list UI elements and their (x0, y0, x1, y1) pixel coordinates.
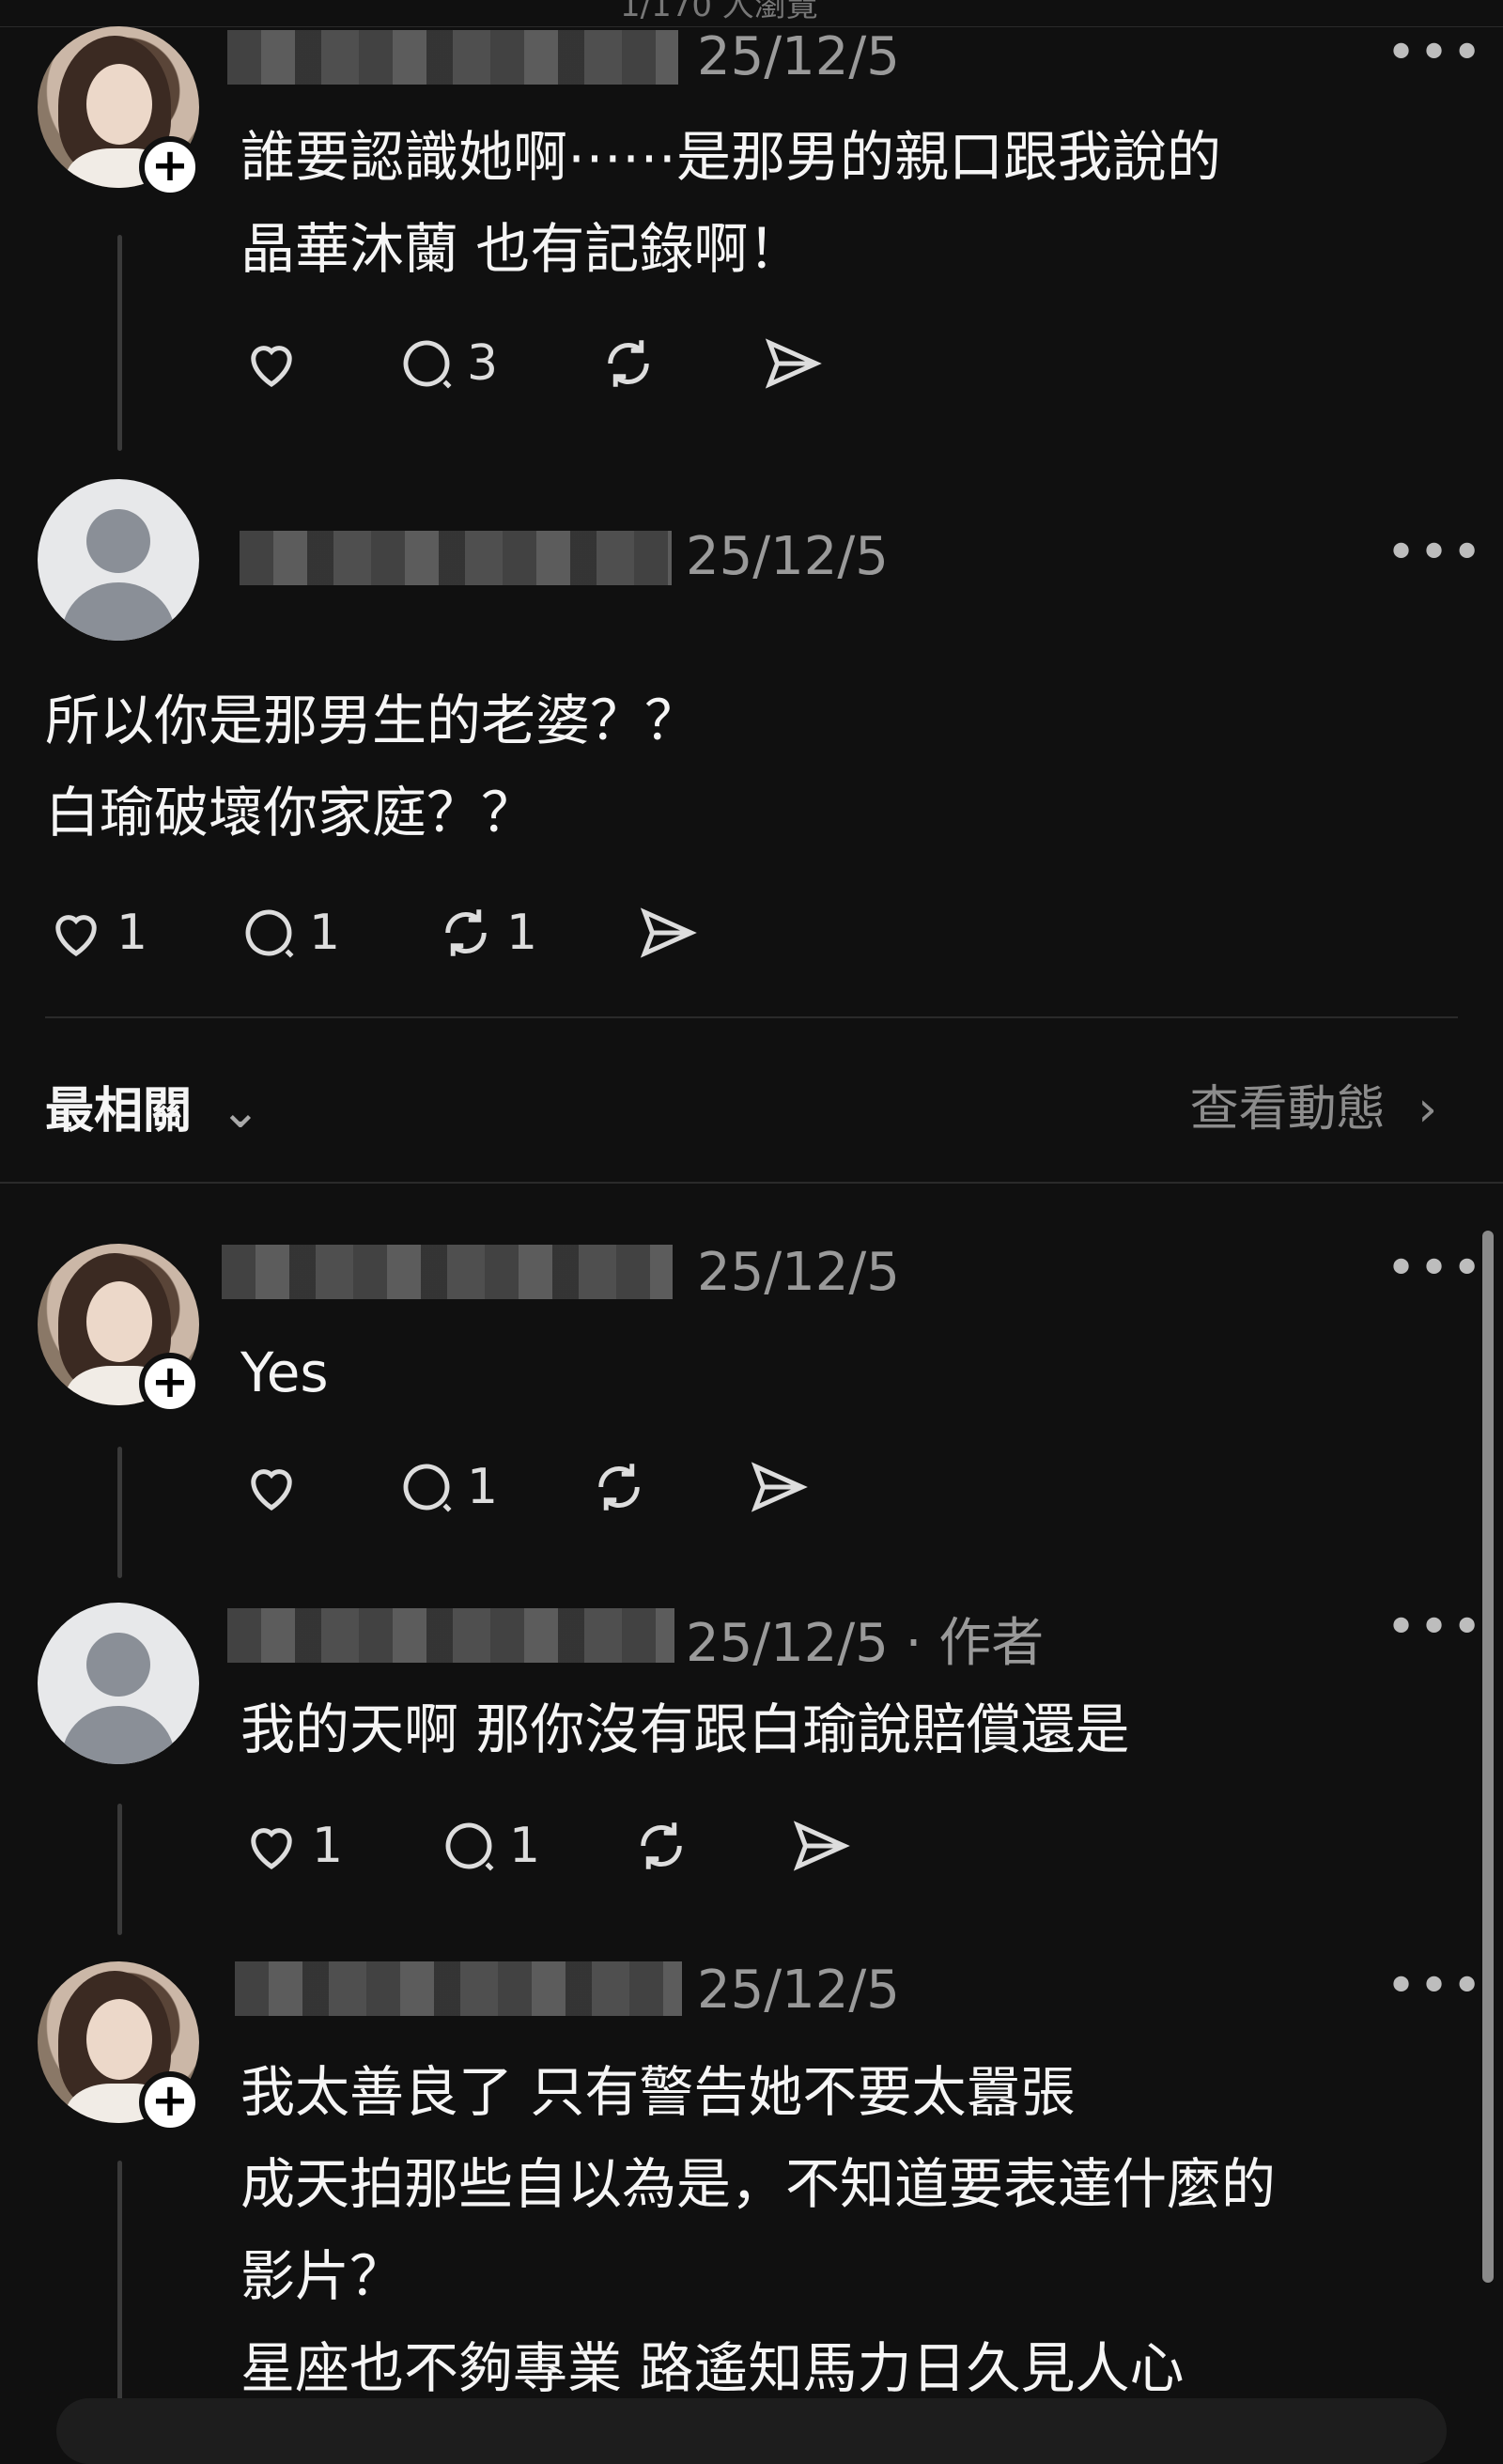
heart-icon (251, 1828, 292, 1869)
repost-icon (445, 909, 487, 956)
redacted-username (240, 531, 672, 585)
thread-line (117, 1804, 122, 1935)
action-bar: 1 (240, 1454, 898, 1520)
thread-line (117, 1447, 122, 1578)
thread-line (117, 2161, 122, 2426)
more-options-icon[interactable]: ••• (1386, 1956, 1484, 2017)
post-text: 我的天啊 那你沒有跟白瑜說賠償還是 (240, 1697, 1130, 1761)
repost-button[interactable]: 1 (435, 900, 537, 966)
scrollbar[interactable] (1482, 1231, 1494, 2283)
repost-button[interactable] (597, 331, 669, 396)
comment-icon (403, 1464, 452, 1512)
send-icon (793, 1821, 850, 1871)
post-date: 25/12/5 (697, 1242, 900, 1303)
repost-icon (598, 1464, 640, 1511)
repost-button[interactable] (588, 1454, 659, 1520)
chevron-down-icon: ⌄ (220, 1083, 261, 1139)
sort-label: 最相關 (45, 1083, 193, 1139)
reply-button[interactable]: 3 (395, 331, 498, 396)
heart-icon (251, 346, 292, 387)
reply-count: 1 (467, 1459, 499, 1515)
post-date: 25/12/5 (686, 526, 889, 587)
post-text: 我太善良了 只有警告她不要太囂張 成天拍那些自以為是，不知道要表達什麼的 影片？… (240, 2060, 1277, 2400)
post-date: 25/12/5 (697, 26, 900, 87)
view-count-text: 1/170 人瀏覽 (620, 0, 818, 24)
post-date: 25/12/5 (697, 1960, 900, 2021)
post-text: 誰要認識她啊⋯⋯是那男的親口跟我說的 晶華沐蘭 也有記錄啊！ (240, 125, 1222, 281)
reply-button[interactable]: 1 (238, 900, 340, 966)
thread-line (117, 235, 122, 451)
view-count-bar: 1/170 人瀏覽 (0, 0, 1503, 27)
compose-reply-bar[interactable] (56, 2398, 1447, 2464)
repost-button[interactable] (630, 1813, 702, 1879)
share-button[interactable] (762, 331, 824, 396)
divider (0, 1182, 1503, 1184)
like-count: 1 (116, 905, 148, 961)
like-button[interactable] (240, 1454, 312, 1520)
redacted-username (222, 1245, 673, 1299)
post-text: 所以你是那男生的老婆？？ 白瑜破壞你家庭？？ (45, 689, 700, 845)
more-options-icon[interactable]: ••• (1386, 1597, 1484, 1658)
action-bar: 3 (240, 331, 898, 396)
post-text: Yes (240, 1340, 329, 1404)
like-button[interactable] (240, 331, 312, 396)
post-date: 25/12/5 · 作者 (686, 1613, 1045, 1674)
follow-plus-button[interactable]: + (139, 2071, 201, 2133)
heart-icon (55, 915, 97, 956)
reply-button[interactable]: 1 (395, 1454, 498, 1520)
reply-button[interactable]: 1 (438, 1813, 540, 1879)
reply-count: 1 (509, 1818, 541, 1874)
redacted-username (227, 1608, 674, 1663)
more-options-icon[interactable]: ••• (1386, 1238, 1484, 1299)
redacted-username (227, 30, 678, 85)
share-button[interactable] (790, 1813, 852, 1879)
repost-count: 1 (506, 905, 538, 961)
comment-icon (445, 1822, 494, 1871)
follow-plus-button[interactable]: + (139, 1353, 201, 1415)
send-icon (640, 907, 697, 958)
like-button[interactable]: 1 (240, 1813, 343, 1879)
divider (45, 1016, 1458, 1018)
comment-icon (245, 909, 294, 958)
like-count: 1 (312, 1818, 344, 1874)
view-activity-link[interactable]: 查看動態 › (1190, 1069, 1437, 1139)
heart-icon (251, 1469, 292, 1511)
reply-count: 1 (309, 905, 341, 961)
action-bar: 1 1 (240, 1813, 992, 1879)
repost-icon (641, 1822, 682, 1869)
comment-icon (403, 340, 452, 389)
more-options-icon[interactable]: ••• (1386, 522, 1484, 583)
redacted-username (235, 1961, 682, 2016)
sort-dropdown[interactable]: 最相關 ⌄ (45, 1071, 261, 1141)
chevron-right-icon: › (1418, 1081, 1437, 1138)
view-activity-label: 查看動態 (1189, 1081, 1386, 1138)
like-button[interactable]: 1 (45, 900, 147, 966)
action-bar: 1 1 1 (45, 900, 797, 966)
repost-icon (608, 340, 649, 387)
avatar[interactable] (38, 479, 199, 641)
send-icon (751, 1462, 808, 1512)
avatar[interactable] (38, 1603, 199, 1764)
share-button[interactable] (637, 900, 699, 966)
more-options-icon[interactable]: ••• (1386, 23, 1484, 84)
share-button[interactable] (748, 1454, 810, 1520)
send-icon (765, 338, 822, 389)
follow-plus-button[interactable]: + (139, 136, 201, 198)
reply-count: 3 (467, 335, 499, 392)
